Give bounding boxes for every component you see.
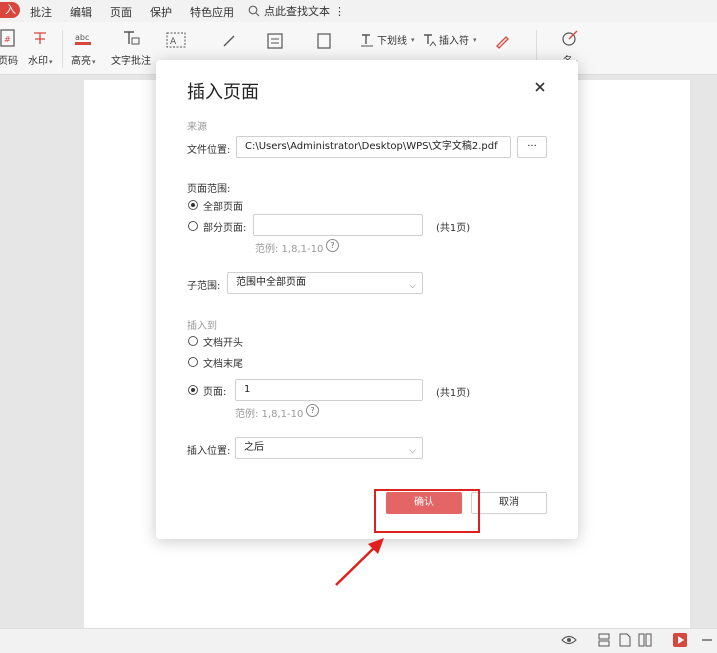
- text-comment-label: 文字批注: [111, 56, 151, 67]
- subrange-value: 范围中全部页面: [236, 277, 306, 288]
- watermark-icon: [34, 32, 47, 44]
- svg-text:abc: abc: [75, 33, 89, 42]
- help-icon[interactable]: ?: [326, 239, 339, 252]
- file-location-label: 文件位置:: [187, 145, 231, 156]
- all-pages-radio[interactable]: [188, 200, 198, 210]
- two-page-icon[interactable]: [638, 633, 652, 647]
- text-box-icon[interactable]: A: [166, 32, 186, 50]
- insert-symbol-label: 插入符: [439, 36, 469, 47]
- insert-to-section-label: 插入到: [187, 321, 217, 332]
- continuous-page-icon[interactable]: [598, 633, 610, 647]
- sign-icon: [562, 30, 578, 46]
- page-number-button[interactable]: # 页码: [0, 28, 18, 67]
- doc-start-label: 文档开头: [203, 338, 243, 349]
- menu-tab-page[interactable]: 页面: [110, 4, 132, 20]
- cancel-button[interactable]: 取消: [471, 492, 547, 514]
- page-input[interactable]: 1: [235, 379, 423, 401]
- all-pages-label: 全部页面: [203, 202, 243, 213]
- search-placeholder: 点此查找文本: [264, 5, 330, 18]
- partial-pages-input[interactable]: [253, 214, 423, 236]
- play-icon[interactable]: [673, 633, 687, 647]
- highlight-button[interactable]: abc 高亮▾: [71, 28, 96, 67]
- text-comment-button[interactable]: 文字批注: [111, 28, 151, 67]
- menu-bar: 入 批注 编辑 页面 保护 特色应用 点此查找文本 ⋮: [0, 0, 717, 22]
- browse-button[interactable]: ···: [517, 136, 547, 158]
- page-range-label: 页面范围:: [187, 184, 231, 195]
- subrange-select[interactable]: 范围中全部页面 ⌵: [227, 272, 423, 294]
- page-label: 页面:: [203, 387, 227, 398]
- highlight-label: 高亮▾: [71, 56, 96, 67]
- more-icon[interactable]: ⋮: [334, 5, 345, 18]
- highlight-annotation-box: [374, 489, 480, 533]
- partial-total-pages: (共1页): [436, 223, 471, 234]
- line-icon[interactable]: [222, 34, 236, 48]
- chevron-down-icon: ⌵: [409, 281, 416, 291]
- text-comment-icon: [124, 31, 140, 45]
- eye-icon[interactable]: [561, 633, 577, 647]
- menu-tab-features[interactable]: 特色应用: [190, 4, 234, 20]
- partial-pages-radio[interactable]: [188, 221, 198, 231]
- search-box[interactable]: 点此查找文本 ⋮: [248, 3, 345, 19]
- search-icon: [248, 5, 260, 17]
- insert-page-dialog: 插入页面 来源 文件位置: C:\Users\Administrator\Des…: [156, 60, 578, 539]
- page-total-pages: (共1页): [436, 388, 471, 399]
- shape-icon[interactable]: [316, 33, 332, 49]
- pen-icon[interactable]: [494, 33, 510, 49]
- partial-example-text: 范例: 1,8,1-10: [255, 244, 324, 255]
- dialog-title: 插入页面: [187, 82, 259, 103]
- note-icon[interactable]: [266, 33, 284, 49]
- page-number-icon: #: [0, 29, 15, 47]
- watermark-label: 水印▾: [28, 56, 53, 67]
- file-path-field[interactable]: C:\Users\Administrator\Desktop\WPS\文字文稿2…: [236, 136, 511, 158]
- svg-text:#: #: [4, 35, 11, 44]
- subrange-label: 子范围:: [187, 281, 221, 292]
- close-icon[interactable]: [532, 79, 548, 95]
- menu-tab-protect[interactable]: 保护: [150, 4, 172, 20]
- help-icon[interactable]: ?: [306, 404, 319, 417]
- annotation-arrow-icon: [335, 538, 384, 586]
- highlight-icon: abc: [75, 33, 92, 45]
- insert-symbol-icon: [424, 33, 436, 46]
- doc-start-radio[interactable]: [188, 336, 198, 346]
- page-radio[interactable]: [188, 385, 198, 395]
- source-section-label: 来源: [187, 122, 207, 133]
- underline-label: 下划线: [377, 36, 407, 47]
- insert-position-label: 插入位置:: [187, 446, 231, 457]
- menu-tab-edit[interactable]: 编辑: [70, 4, 92, 20]
- doc-end-radio[interactable]: [188, 357, 198, 367]
- chevron-down-icon: ⌵: [409, 446, 416, 456]
- zoom-out-icon[interactable]: [700, 633, 712, 647]
- menu-tab-comment[interactable]: 批注: [30, 4, 52, 20]
- status-bar: [0, 628, 717, 653]
- svg-text:A: A: [170, 37, 177, 47]
- insert-symbol-button[interactable]: 插入符 ▾: [422, 32, 477, 47]
- watermark-button[interactable]: 水印▾: [28, 28, 53, 67]
- toolbar-separator: [62, 30, 63, 68]
- menu-tab-insert[interactable]: 入: [0, 2, 20, 18]
- doc-end-label: 文档末尾: [203, 359, 243, 370]
- underline-icon: [361, 33, 373, 46]
- underline-button[interactable]: 下划线 ▾: [360, 32, 415, 47]
- single-page-icon[interactable]: [619, 633, 631, 647]
- page-example-text: 范例: 1,8,1-10: [235, 409, 304, 420]
- insert-position-select[interactable]: 之后 ⌵: [235, 437, 423, 459]
- page-number-label: 页码: [0, 56, 18, 67]
- insert-position-value: 之后: [244, 442, 264, 453]
- partial-pages-label: 部分页面:: [203, 223, 247, 234]
